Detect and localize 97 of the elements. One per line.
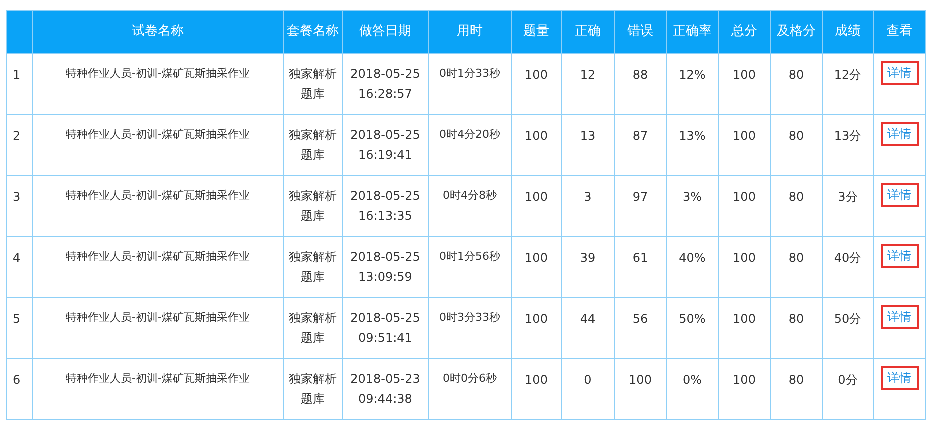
table-cell: 2 [6,114,32,176]
time-text: 09:44:38 [358,391,414,408]
table-cell: 独家解析题库 [284,114,342,176]
table-cell: 50分 [822,298,874,358]
column-header: 试卷名称 [32,10,284,54]
column-header: 查看 [874,10,926,54]
column-header: 正确率 [666,10,718,54]
table-cell: 97 [614,176,666,236]
time-text: 16:19:41 [358,147,414,164]
time-text: 16:28:57 [358,86,414,103]
table-cell: 80 [770,298,822,358]
table-cell: 100 [614,358,666,420]
table-cell: 80 [770,176,822,236]
table-cell: 独家解析题库 [284,54,342,114]
table-cell: 0时3分33秒 [428,298,512,358]
table-cell: 3% [666,176,718,236]
table-cell: 独家解析题库 [284,358,342,420]
table-cell: 特种作业人员-初训-煤矿瓦斯抽采作业 [32,176,284,236]
table-cell: 100 [512,358,562,420]
table-cell: 100 [718,114,770,176]
table-cell: 0% [666,358,718,420]
table-cell: 0时0分6秒 [428,358,512,420]
time-text: 09:51:41 [358,330,414,347]
column-header: 成绩 [822,10,874,54]
table-cell: 80 [770,236,822,298]
table-cell: 特种作业人员-初训-煤矿瓦斯抽采作业 [32,236,284,298]
table-cell: 100 [718,54,770,114]
table-cell: 39 [562,236,614,298]
date-text: 2018-05-25 [350,66,422,83]
date-text: 2018-05-25 [350,310,422,327]
table-cell: 80 [770,358,822,420]
details-link[interactable]: 详情 [880,183,918,207]
date-text: 2018-05-23 [350,371,422,388]
table-cell: 88 [614,54,666,114]
table-cell: 独家解析题库 [284,176,342,236]
table-cell: 12 [562,54,614,114]
details-link[interactable]: 详情 [880,366,918,390]
table-cell: 4 [6,236,32,298]
table-cell: 100 [512,236,562,298]
table-cell: 100 [718,358,770,420]
table-cell: 1 [6,54,32,114]
table-cell: 100 [512,54,562,114]
table-cell: 独家解析题库 [284,236,342,298]
table-cell: 80 [770,54,822,114]
table-cell: 100 [512,298,562,358]
table-cell: 80 [770,114,822,176]
table-cell: 87 [614,114,666,176]
table-cell: 3 [562,176,614,236]
column-header: 做答日期 [342,10,428,54]
column-header [6,10,32,54]
details-link[interactable]: 详情 [880,122,918,146]
table-cell: 特种作业人员-初训-煤矿瓦斯抽采作业 [32,54,284,114]
table-cell: 12分 [822,54,874,114]
column-header: 套餐名称 [284,10,342,54]
column-header: 错误 [614,10,666,54]
table-cell: 13分 [822,114,874,176]
table-cell: 61 [614,236,666,298]
table-cell: 5 [6,298,32,358]
date-text: 2018-05-25 [350,188,422,205]
table-cell: 特种作业人员-初训-煤矿瓦斯抽采作业 [32,298,284,358]
column-header: 正确 [562,10,614,54]
column-header: 题量 [512,10,562,54]
table-cell: 12% [666,54,718,114]
table-cell: 特种作业人员-初训-煤矿瓦斯抽采作业 [32,358,284,420]
date-text: 2018-05-25 [350,249,422,266]
table-cell: 13% [666,114,718,176]
date-text: 2018-05-25 [350,127,422,144]
table-cell: 100 [512,114,562,176]
table-cell: 44 [562,298,614,358]
table-cell: 6 [6,358,32,420]
table-cell: 0时1分33秒 [428,54,512,114]
column-header: 用时 [428,10,512,54]
table-cell: 0时4分20秒 [428,114,512,176]
column-header: 总分 [718,10,770,54]
table-cell: 56 [614,298,666,358]
table-cell: 3分 [822,176,874,236]
table-cell: 0分 [822,358,874,420]
table-cell: 3 [6,176,32,236]
table-cell: 100 [512,176,562,236]
table-cell: 40分 [822,236,874,298]
table-cell: 100 [718,176,770,236]
table-cell: 0时1分56秒 [428,236,512,298]
time-text: 16:13:35 [358,208,414,225]
table-cell: 100 [718,298,770,358]
details-link[interactable]: 详情 [880,244,918,268]
table-cell: 50% [666,298,718,358]
table-cell: 40% [666,236,718,298]
column-header: 及格分 [770,10,822,54]
time-text: 13:09:59 [358,269,414,286]
table-cell: 13 [562,114,614,176]
table-cell: 100 [718,236,770,298]
table-cell: 独家解析题库 [284,298,342,358]
table-cell: 0 [562,358,614,420]
details-link[interactable]: 详情 [880,305,918,329]
table-cell: 0时4分8秒 [428,176,512,236]
details-link[interactable]: 详情 [880,61,918,85]
table-cell: 特种作业人员-初训-煤矿瓦斯抽采作业 [32,114,284,176]
